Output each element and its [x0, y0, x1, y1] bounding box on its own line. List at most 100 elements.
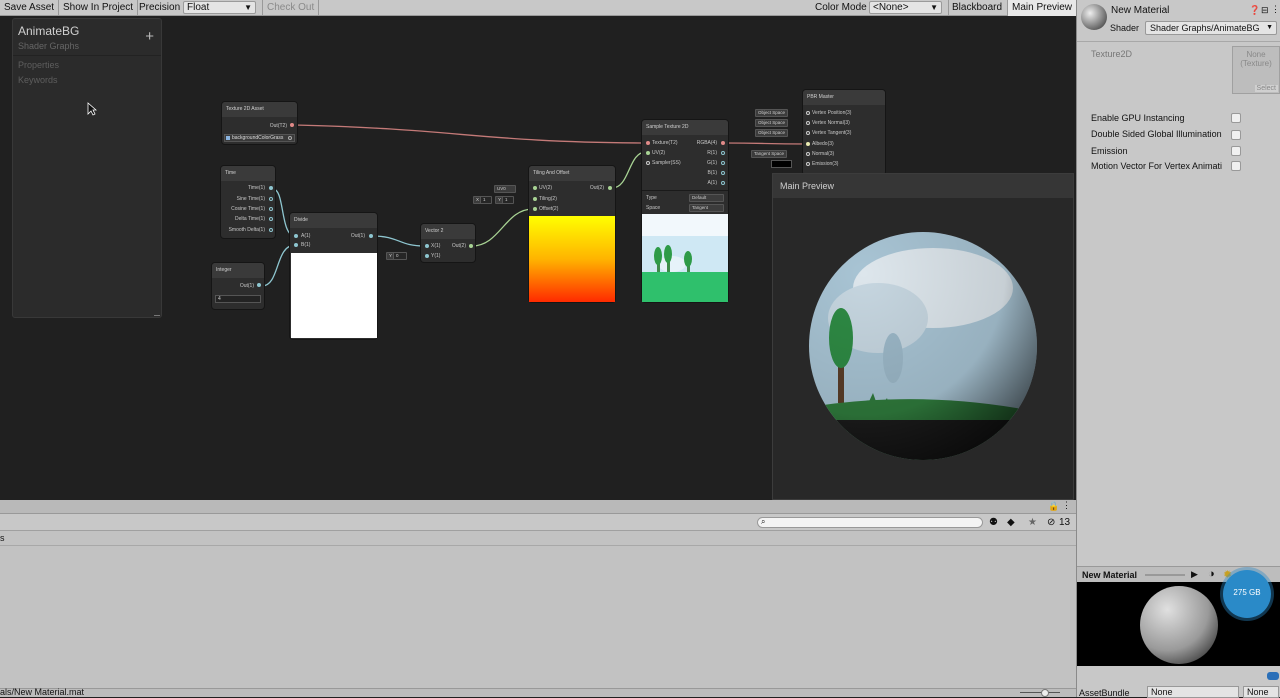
sphere-icon[interactable]: ◑ [1208, 568, 1215, 580]
output-port[interactable] [269, 228, 273, 232]
time-node[interactable]: Time Time(1) Sine Time(1) Cosine Time(1)… [221, 166, 275, 238]
kebab-menu-icon[interactable]: ⋮ [1062, 500, 1071, 511]
select-texture-button[interactable]: Select [1254, 85, 1278, 92]
object-picker-icon[interactable] [288, 136, 292, 140]
texture-slot-type: (Texture) [1240, 59, 1272, 68]
preview-drag-handle[interactable] [1145, 574, 1185, 576]
sample-texture-2d-node[interactable]: Sample Texture 2D Texture(T2) UV(2) Samp… [642, 120, 728, 302]
pbr-master-node[interactable]: PBR Master Vertex Position(3) Vertex Nor… [803, 90, 885, 175]
output-port[interactable] [257, 283, 261, 287]
gpu-instancing-checkbox[interactable] [1231, 113, 1241, 123]
asset-bundle-dropdown[interactable]: None [1147, 686, 1239, 698]
emission-checkbox[interactable] [1231, 146, 1241, 156]
favorite-star-icon[interactable]: ★ [1028, 517, 1037, 528]
preview-sphere[interactable] [773, 198, 1075, 500]
preset-icon[interactable]: ⊟ [1261, 5, 1269, 16]
main-preview-panel[interactable]: Main Preview [772, 173, 1074, 500]
input-port[interactable] [806, 111, 810, 115]
tiling-y-field[interactable]: 1 [502, 196, 514, 204]
show-in-project-button[interactable]: Show In Project [59, 0, 139, 16]
output-port[interactable] [369, 234, 373, 238]
emission-color-field[interactable] [771, 160, 792, 168]
input-port[interactable] [806, 121, 810, 125]
output-port[interactable] [721, 151, 725, 155]
output-port[interactable] [269, 197, 273, 201]
input-port[interactable] [533, 186, 537, 190]
save-asset-button[interactable]: Save Asset [0, 0, 60, 16]
port-label: X(1) [431, 243, 441, 249]
output-port[interactable] [721, 141, 725, 145]
output-port[interactable] [269, 207, 273, 211]
lock-icon[interactable]: 🔒 [1048, 501, 1059, 512]
input-port[interactable] [806, 131, 810, 135]
divide-node[interactable]: Divide A(1) B(1) Out(1) [290, 213, 377, 339]
tiling-and-offset-node[interactable]: Tiling And Offset UV(2) Tiling(2) Offset… [529, 166, 615, 302]
space-dropdown[interactable]: Tangent [689, 204, 724, 212]
double-sided-gi-checkbox[interactable] [1231, 130, 1241, 140]
column-header: s [0, 532, 1076, 546]
color-mode-dropdown[interactable]: <None> ▼ [869, 1, 942, 14]
output-port[interactable] [269, 217, 273, 221]
input-port[interactable] [425, 244, 429, 248]
vertex-normal-space-dropdown[interactable]: Object Space [755, 119, 789, 127]
integer-node[interactable]: Integer Out(1) 4 [212, 263, 264, 309]
asset-label-icon[interactable] [1267, 672, 1279, 680]
output-port[interactable] [469, 244, 473, 248]
input-port[interactable] [646, 151, 650, 155]
play-icon[interactable]: ▶ [1191, 569, 1198, 580]
graph-canvas[interactable]: AnimateBG Shader Graphs + Properties Key… [0, 16, 1076, 500]
normal-space-dropdown[interactable]: Tangent Space [751, 150, 788, 158]
connection-albedo [723, 142, 807, 145]
vertex-tangent-space-dropdown[interactable]: Object Space [755, 129, 789, 137]
input-port[interactable] [294, 234, 298, 238]
texture-2d-asset-node[interactable]: Texture 2D Asset Out(T2) backgroundColor… [222, 102, 297, 144]
output-port[interactable] [608, 186, 612, 190]
output-port[interactable] [269, 186, 273, 190]
add-property-button[interactable]: + [145, 29, 154, 44]
input-port[interactable] [425, 254, 429, 258]
blackboard-title: AnimateBG [18, 24, 80, 38]
port-label: B(1) [301, 242, 311, 248]
output-port[interactable] [721, 161, 725, 165]
vector-2-node[interactable]: Vector 2 X(1) Y(1) Out(2) [421, 224, 475, 262]
output-port[interactable] [721, 171, 725, 175]
tiling-x-field[interactable]: 1 [480, 196, 492, 204]
port-label: R(1) [707, 150, 717, 156]
blackboard-section-keywords[interactable]: Keywords [18, 75, 58, 85]
filter-by-type-icon[interactable]: ⚉ [989, 517, 998, 528]
type-dropdown[interactable]: Default [689, 194, 724, 202]
input-port[interactable] [806, 162, 810, 166]
vertex-position-space-dropdown[interactable]: Object Space [755, 109, 789, 117]
blackboard-toggle[interactable]: Blackboard [948, 0, 1005, 16]
vector2-y-default-field[interactable]: 0 [393, 252, 407, 260]
texture-object-field[interactable]: backgroundColorGrass [224, 134, 295, 142]
texture-slot[interactable]: None (Texture) Select [1232, 46, 1280, 94]
input-port[interactable] [533, 197, 537, 201]
filter-by-label-icon[interactable]: ◆ [1007, 517, 1015, 528]
search-input[interactable]: ⌕ [757, 517, 983, 528]
input-port[interactable] [806, 142, 810, 146]
precision-dropdown[interactable]: Float ▼ [183, 1, 256, 14]
blackboard-section-properties[interactable]: Properties [18, 60, 59, 70]
main-preview-toggle[interactable]: Main Preview [1007, 0, 1077, 16]
project-toolbar: ⌕ ⚉ ◆ ★ ⊘ 13 [0, 514, 1076, 531]
output-port[interactable] [290, 123, 294, 127]
zoom-slider[interactable] [1020, 692, 1060, 693]
input-port[interactable] [294, 243, 298, 247]
help-icon[interactable]: ❓ [1249, 5, 1260, 16]
hidden-packages-icon[interactable]: ⊘ [1047, 517, 1055, 528]
zoom-slider-thumb[interactable] [1041, 689, 1049, 697]
shader-dropdown[interactable]: Shader Graphs/AnimateBG ▼ [1145, 21, 1277, 35]
asset-bundle-variant-dropdown[interactable]: None [1243, 686, 1279, 698]
output-port[interactable] [721, 181, 725, 185]
integer-value-field[interactable]: 4 [215, 295, 261, 303]
check-out-button[interactable]: Check Out [262, 0, 320, 16]
uv-channel-dropdown[interactable]: UV0 [494, 185, 516, 193]
input-port[interactable] [646, 161, 650, 165]
kebab-menu-icon[interactable]: ⋮ [1271, 4, 1280, 15]
resize-handle[interactable] [154, 315, 160, 316]
input-port[interactable] [533, 207, 537, 211]
input-port[interactable] [646, 141, 650, 145]
motion-vector-checkbox[interactable] [1231, 161, 1241, 171]
input-port[interactable] [806, 152, 810, 156]
